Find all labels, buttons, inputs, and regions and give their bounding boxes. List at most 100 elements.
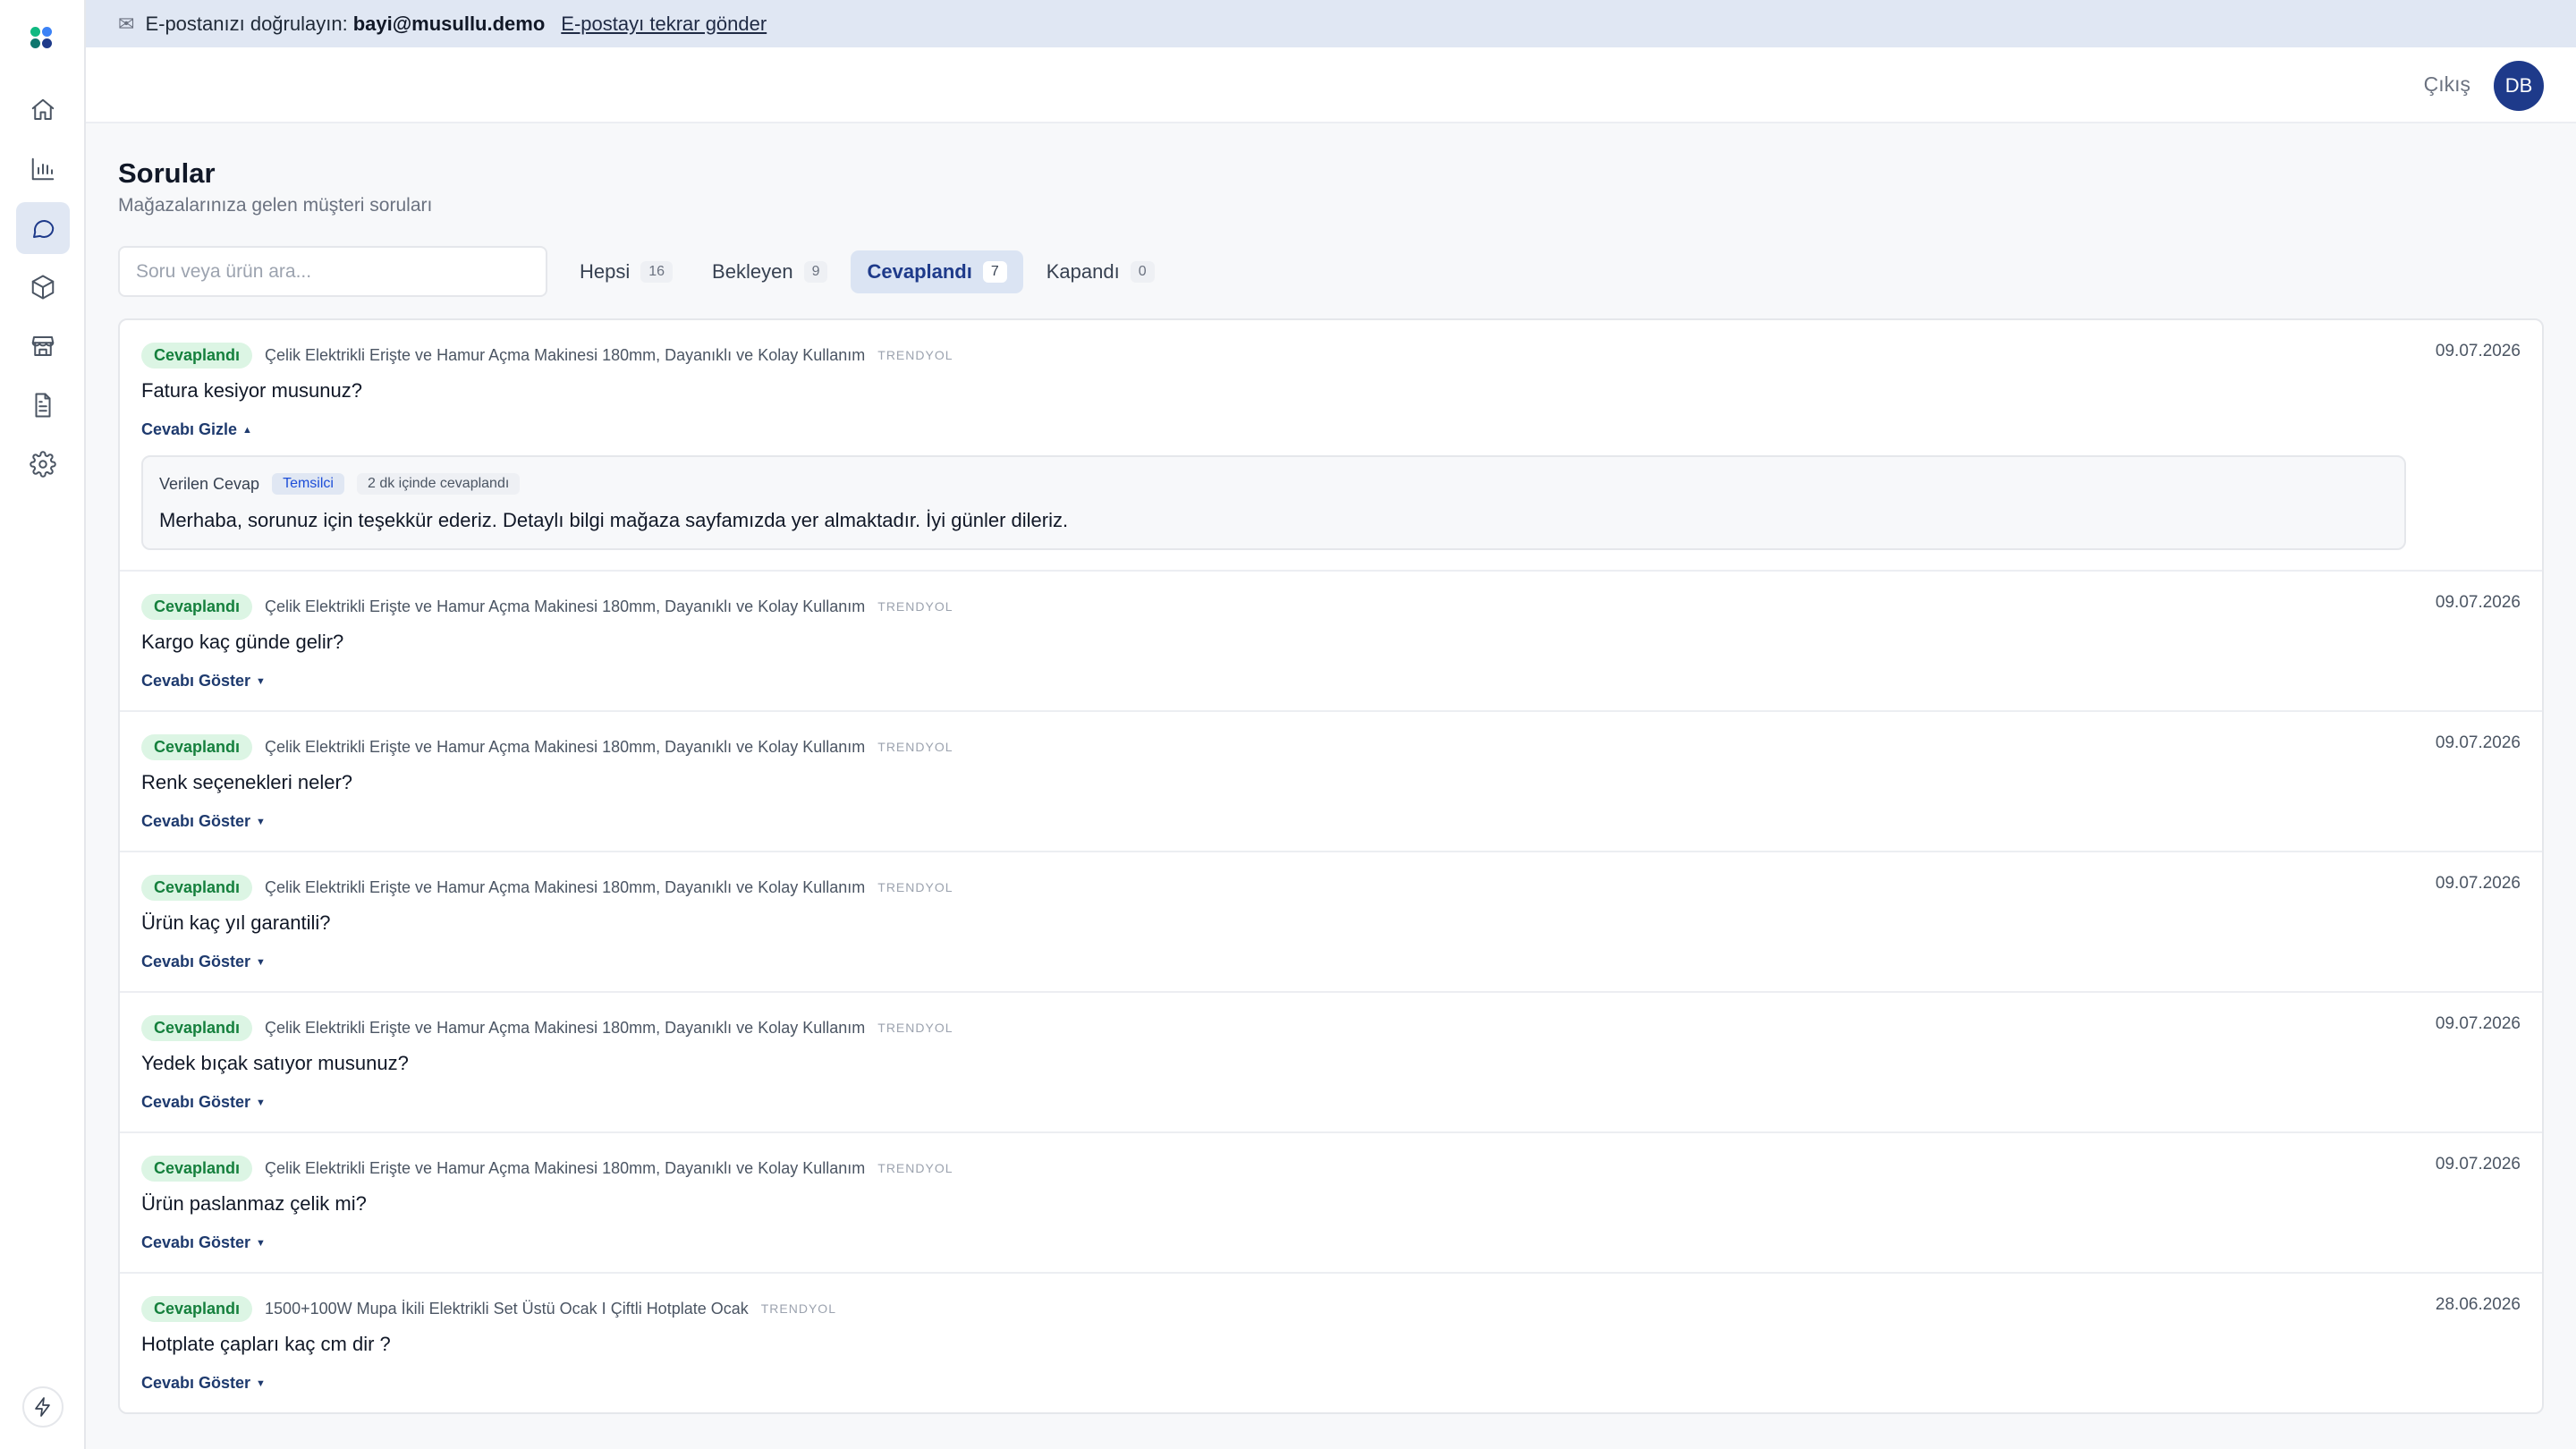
- logout-button[interactable]: Çıkış: [2424, 72, 2470, 97]
- caret-icon: ▼: [256, 1238, 266, 1250]
- tab-count: 16: [640, 261, 674, 283]
- answer-text: Merhaba, sorunuz için teşekkür ederiz. D…: [159, 509, 1069, 531]
- caret-icon: ▼: [256, 1097, 266, 1109]
- question-date: 09.07.2026: [2435, 342, 2521, 360]
- resend-email-link[interactable]: E-postayı tekrar gönder: [561, 13, 767, 36]
- question-date: 09.07.2026: [2435, 1155, 2521, 1174]
- filter-tabs: Hepsi 16 Bekleyen 9 Cevaplandı 7 Kapandı…: [564, 250, 1171, 293]
- status-badge: Cevaplandı: [141, 593, 253, 620]
- show-answer-button[interactable]: Cevabı Göster ▼: [141, 1093, 266, 1112]
- store-icon: [31, 336, 55, 356]
- question-item: Cevaplandı Çelik Elektrikli Erişte ve Ha…: [120, 852, 2542, 993]
- product-name[interactable]: Çelik Elektrikli Erişte ve Hamur Açma Ma…: [265, 738, 865, 757]
- nav-stores[interactable]: [16, 320, 70, 372]
- tab-all[interactable]: Hepsi 16: [564, 250, 689, 293]
- show-answer-button[interactable]: Cevabı Göster ▼: [141, 812, 266, 831]
- question-text: Yedek bıçak satıyor musunuz?: [141, 1052, 409, 1074]
- platform-label: TRENDYOL: [877, 740, 953, 754]
- platform-label: TRENDYOL: [877, 880, 953, 894]
- platform-label: TRENDYOL: [877, 1161, 953, 1175]
- nav-home[interactable]: [16, 84, 70, 136]
- product-name[interactable]: Çelik Elektrikli Erişte ve Hamur Açma Ma…: [265, 346, 865, 365]
- tab-label: Kapandı: [1046, 260, 1120, 283]
- toggle-label: Cevabı Göster: [141, 1374, 251, 1392]
- platform-label: TRENDYOL: [760, 1301, 836, 1316]
- question-date: 09.07.2026: [2435, 1014, 2521, 1033]
- status-badge: Cevaplandı: [141, 1295, 253, 1322]
- toggle-label: Cevabı Göster: [141, 1233, 251, 1251]
- show-answer-button[interactable]: Cevabı Göster ▼: [141, 672, 266, 691]
- question-text: Ürün paslanmaz çelik mi?: [141, 1192, 367, 1215]
- question-date: 28.06.2026: [2435, 1295, 2521, 1314]
- page-title: Sorular: [118, 157, 216, 189]
- question-item: Cevaplandı Çelik Elektrikli Erişte ve Ha…: [120, 572, 2542, 712]
- question-item: Cevaplandı Çelik Elektrikli Erişte ve Ha…: [120, 320, 2542, 572]
- product-name[interactable]: Çelik Elektrikli Erişte ve Hamur Açma Ma…: [265, 878, 865, 897]
- message-icon: [33, 220, 55, 238]
- tab-count: 7: [982, 261, 1007, 283]
- status-badge: Cevaplandı: [141, 1155, 253, 1182]
- answer-panel: Verilen Cevap Temsilci 2 dk içinde cevap…: [141, 455, 2406, 550]
- role-badge: Temsilci: [272, 473, 344, 495]
- home-icon: [31, 98, 55, 120]
- status-badge: Cevaplandı: [141, 1014, 253, 1041]
- caret-icon: ▲: [242, 425, 252, 436]
- tab-closed[interactable]: Kapandı 0: [1030, 250, 1171, 293]
- tab-count: 9: [803, 261, 828, 283]
- avatar[interactable]: DB: [2494, 61, 2544, 111]
- document-icon: [35, 393, 51, 418]
- question-text: Hotplate çapları kaç cm dir ?: [141, 1333, 391, 1355]
- show-answer-button[interactable]: Cevabı Göster ▼: [141, 953, 266, 971]
- nav-documents[interactable]: [16, 379, 70, 431]
- question-text: Kargo kaç günde gelir?: [141, 631, 344, 653]
- tab-pending[interactable]: Bekleyen 9: [696, 250, 843, 293]
- caret-icon: ▼: [256, 1378, 266, 1390]
- top-bar: Çıkış DB: [86, 47, 2576, 123]
- caret-icon: ▼: [256, 676, 266, 688]
- logo-icon[interactable]: [29, 25, 57, 50]
- platform-label: TRENDYOL: [877, 599, 953, 614]
- product-name[interactable]: Çelik Elektrikli Erişte ve Hamur Açma Ma…: [265, 597, 865, 616]
- nav-questions[interactable]: [16, 202, 70, 254]
- product-name[interactable]: Çelik Elektrikli Erişte ve Hamur Açma Ma…: [265, 1159, 865, 1178]
- tab-label: Bekleyen: [712, 260, 793, 283]
- platform-label: TRENDYOL: [877, 1021, 953, 1035]
- show-answer-button[interactable]: Cevabı Göster ▼: [141, 1374, 266, 1393]
- gear-icon: [30, 451, 56, 478]
- toggle-label: Cevabı Göster: [141, 1093, 251, 1111]
- toggle-label: Cevabı Gizle: [141, 420, 238, 438]
- question-text: Ürün kaç yıl garantili?: [141, 911, 331, 934]
- box-icon: [31, 275, 55, 300]
- platform-label: TRENDYOL: [877, 348, 953, 362]
- banner-email: bayi@musullu.demo: [352, 12, 546, 35]
- question-item: Cevaplandı Çelik Elektrikli Erişte ve Ha…: [120, 712, 2542, 852]
- quick-action-button[interactable]: [22, 1386, 64, 1428]
- tab-count: 0: [1130, 261, 1155, 283]
- tab-label: Hepsi: [580, 260, 631, 283]
- bolt-icon: [35, 1397, 50, 1417]
- hide-answer-button[interactable]: Cevabı Gizle ▲: [141, 420, 252, 439]
- question-date: 09.07.2026: [2435, 593, 2521, 612]
- caret-icon: ▼: [256, 817, 266, 828]
- page-subtitle: Mağazalarınıza gelen müşteri soruları: [118, 195, 433, 216]
- toggle-label: Cevabı Göster: [141, 672, 251, 690]
- product-name[interactable]: 1500+100W Mupa İkili Elektrikli Set Üstü…: [265, 1300, 749, 1318]
- question-list: Cevaplandı Çelik Elektrikli Erişte ve Ha…: [118, 318, 2544, 1414]
- envelope-icon: ✉: [118, 12, 135, 35]
- question-date: 09.07.2026: [2435, 733, 2521, 752]
- email-verification-banner: ✉ E-postanızı doğrulayın: bayi@musullu.d…: [86, 0, 2576, 47]
- bar-chart-icon: [31, 157, 55, 181]
- toggle-label: Cevabı Göster: [141, 953, 251, 970]
- nav-analytics[interactable]: [16, 143, 70, 195]
- show-answer-button[interactable]: Cevabı Göster ▼: [141, 1233, 266, 1252]
- banner-text: E-postanızı doğrulayın:: [145, 12, 348, 35]
- question-date: 09.07.2026: [2435, 874, 2521, 893]
- answer-title: Verilen Cevap: [159, 474, 260, 493]
- nav-products[interactable]: [16, 261, 70, 313]
- status-badge: Cevaplandı: [141, 342, 253, 369]
- nav-settings[interactable]: [16, 438, 70, 490]
- tab-answered[interactable]: Cevaplandı 7: [851, 250, 1023, 293]
- search-input[interactable]: [118, 246, 547, 297]
- question-item: Cevaplandı Çelik Elektrikli Erişte ve Ha…: [120, 1133, 2542, 1274]
- product-name[interactable]: Çelik Elektrikli Erişte ve Hamur Açma Ma…: [265, 1019, 865, 1038]
